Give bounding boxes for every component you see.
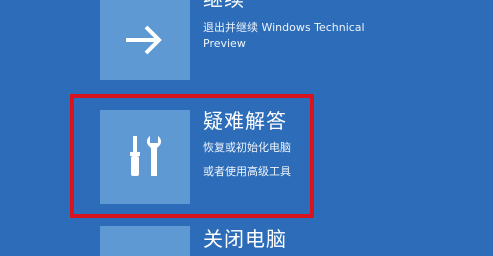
continue-tile[interactable] [100,0,190,80]
tools-icon [130,136,162,176]
troubleshoot-description-line1: 恢复或初始化电脑 [203,141,291,154]
troubleshoot-tile[interactable] [100,110,190,204]
arrow-right-icon [126,25,162,55]
power-off-title: 关闭电脑 [203,227,287,251]
troubleshoot-description-line2: 或者使用高级工具 [203,165,291,178]
continue-description: 退出并继续 Windows Technical Preview [203,21,365,50]
option-continue[interactable]: 继续 退出并继续 Windows Technical Preview [100,0,493,82]
option-power-off[interactable]: 关闭电脑 [100,222,493,256]
continue-title: 继续 [203,0,403,10]
option-troubleshoot[interactable]: 疑难解答 恢复或初始化电脑 或者使用高级工具 [100,110,493,206]
troubleshoot-title: 疑难解答 [203,109,287,133]
power-off-tile[interactable] [100,226,190,256]
